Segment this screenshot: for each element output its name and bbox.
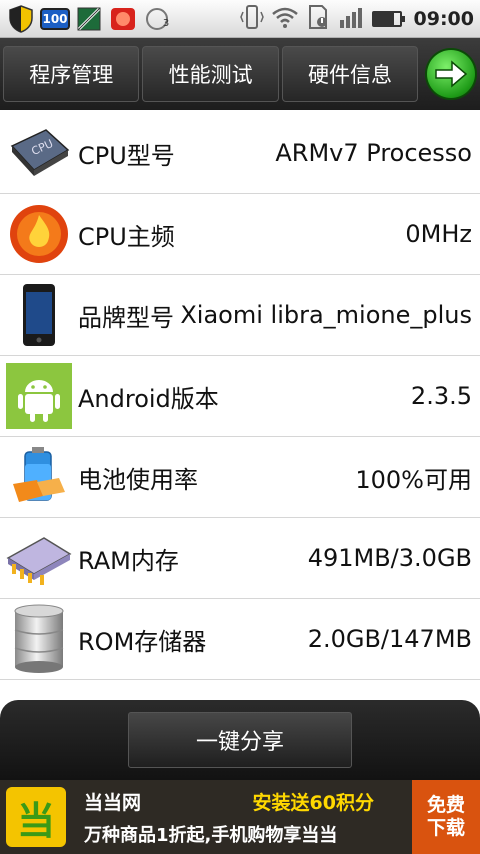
- ram-chip-icon: [4, 523, 74, 593]
- row-value: 0MHz: [405, 220, 472, 248]
- status-bar: 100 3 09:00: [0, 0, 480, 38]
- notification-count-icon: 3: [142, 5, 172, 33]
- row-label: RAM内存: [78, 546, 179, 575]
- ad-tagline: 万种商品1折起,手机购物享当当: [84, 824, 338, 846]
- row-value: 491MB/3.0GB: [307, 544, 472, 572]
- share-bar: 一键分享: [0, 700, 480, 780]
- ad-text: 当当网 安装送60积分 万种商品1折起,手机购物享当当: [84, 788, 412, 847]
- ad-badge-line1: 免费: [426, 794, 465, 817]
- row-value: 100%可用: [355, 465, 472, 494]
- next-arrow-button[interactable]: [425, 48, 477, 100]
- tab-program-management[interactable]: 程序管理: [3, 46, 140, 102]
- row-label: CPU型号: [78, 141, 175, 170]
- battery-badge-icon: 100: [40, 5, 70, 33]
- row-label: 电池使用率: [78, 465, 198, 494]
- ad-banner[interactable]: 当 当当网 安装送60积分 万种商品1折起,手机购物享当当 免费 下载: [0, 780, 480, 854]
- notification-count: 3: [162, 18, 170, 29]
- ad-logo-char: 当: [16, 798, 55, 843]
- one-click-share-button[interactable]: 一键分享: [128, 712, 352, 768]
- row-label: CPU主频: [78, 222, 175, 251]
- cpu-frequency-flame-icon: [4, 199, 74, 269]
- battery-icon: [371, 10, 405, 27]
- security-shield-icon: [6, 4, 36, 33]
- sim-alert-icon: [306, 4, 330, 34]
- rom-storage-icon: [4, 604, 74, 674]
- list-item[interactable]: ROM存储器 2.0GB/147MB: [0, 599, 480, 680]
- signal-sos-icon: [338, 4, 364, 34]
- list-item[interactable]: 品牌型号 Xiaomi libra_mione_plus: [0, 275, 480, 356]
- list-item[interactable]: RAM内存 491MB/3.0GB: [0, 518, 480, 599]
- clock: 09:00: [413, 7, 474, 30]
- ad-promo: 安装送60积分: [252, 791, 374, 814]
- row-value: ARMv7 Processo: [275, 139, 472, 167]
- app-status-icon: [74, 5, 104, 33]
- android-icon: [4, 361, 74, 431]
- row-label: ROM存储器: [78, 627, 207, 656]
- bird-app-icon: [108, 5, 138, 33]
- battery-badge-text: 100: [40, 7, 70, 30]
- row-label: 品牌型号: [78, 303, 174, 332]
- list-item[interactable]: 电池使用率 100%可用: [0, 437, 480, 518]
- row-label: Android版本: [78, 384, 219, 413]
- tab-bar: 程序管理 性能测试 硬件信息: [0, 38, 480, 110]
- battery-icon: [4, 442, 74, 512]
- row-value: Xiaomi libra_mione_plus: [180, 301, 472, 329]
- cpu-chip-icon: CPU: [4, 118, 74, 188]
- vibrate-icon: [239, 4, 264, 34]
- free-download-badge[interactable]: 免费 下载: [412, 780, 480, 854]
- row-value: 2.0GB/147MB: [307, 625, 472, 653]
- list-item[interactable]: CPU CPU型号 ARMv7 Processo: [0, 113, 480, 194]
- list-item[interactable]: CPU主频 0MHz: [0, 194, 480, 275]
- phone-icon: [4, 280, 74, 350]
- ad-name: 当当网: [84, 791, 142, 814]
- tab-performance-test[interactable]: 性能测试: [142, 46, 279, 102]
- arrow-right-icon: [435, 60, 468, 88]
- ad-badge-line2: 下载: [426, 817, 465, 839]
- battery-level-fill: [373, 12, 395, 25]
- tab-hardware-info[interactable]: 硬件信息: [281, 46, 419, 102]
- row-value: 2.3.5: [410, 382, 472, 410]
- dangdang-logo-icon: 当: [6, 787, 66, 847]
- hardware-info-list: CPU CPU型号 ARMv7 Processo CPU主频 0MHz 品牌型号…: [0, 113, 480, 713]
- list-item[interactable]: Android版本 2.3.5: [0, 356, 480, 437]
- wifi-icon: [271, 6, 298, 32]
